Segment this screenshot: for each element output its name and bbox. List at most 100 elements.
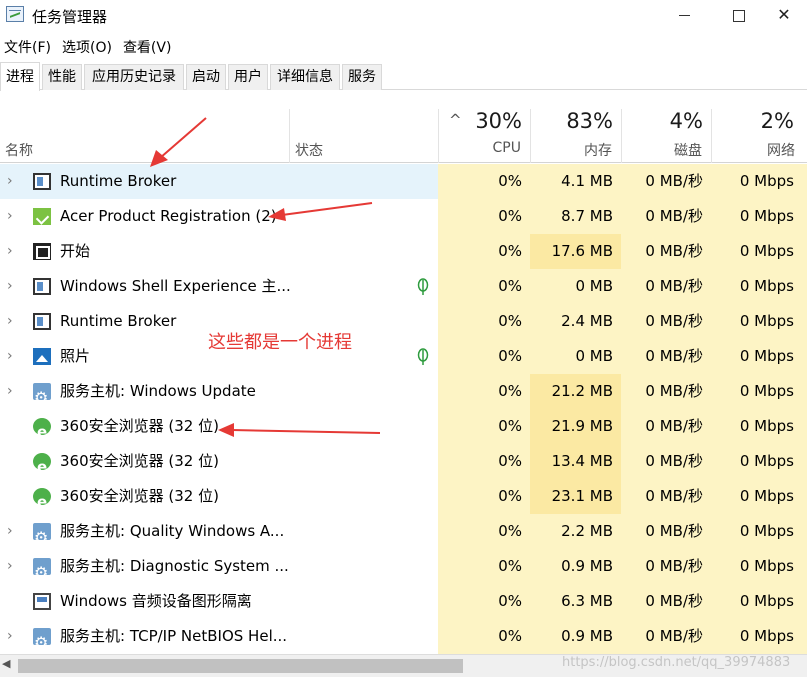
maximize-button[interactable]	[716, 0, 762, 32]
network-total-percent: 2%	[760, 109, 794, 133]
process-row[interactable]: 360安全浏览器 (32 位) 0%21.9 MB0 MB/秒0 Mbps	[0, 409, 807, 450]
process-name: 服务主机: TCP/IP NetBIOS Hel...	[60, 627, 288, 645]
minimize-button[interactable]	[661, 0, 707, 32]
expand-chevron-icon[interactable]: ›	[7, 514, 13, 549]
status-cell	[289, 584, 438, 619]
tab-startup[interactable]: 启动	[186, 64, 226, 90]
process-name-cell: › 服务主机: Windows Update	[0, 374, 289, 415]
tab-details[interactable]: 详细信息	[270, 64, 340, 90]
tab-users[interactable]: 用户	[228, 64, 268, 90]
disk-cell: 0 MB/秒	[621, 304, 711, 339]
tab-services[interactable]: 服务	[342, 64, 382, 90]
tab-bar: 进程 性能 应用历史记录 启动 用户 详细信息 服务	[0, 62, 807, 91]
network-cell: 0 Mbps	[711, 339, 807, 374]
cpu-cell: 0%	[438, 304, 530, 339]
minimize-icon	[678, 15, 690, 16]
process-row[interactable]: Windows 音频设备图形隔离 0% 6.3 MB 0 MB/秒 0 Mbps	[0, 584, 807, 619]
process-name-cell: 360安全浏览器 (32 位)	[0, 479, 289, 520]
column-network[interactable]: 2% 网络	[711, 109, 807, 163]
disk-cell: 0 MB/秒	[621, 479, 711, 514]
menu-bar: 文件(F) 选项(O) 查看(V)	[0, 34, 178, 60]
process-name: 360安全浏览器 (32 位)	[60, 417, 219, 435]
close-button[interactable]: ✕	[761, 0, 807, 32]
status-cell	[289, 199, 438, 234]
memory-cell: 21.9 MB	[530, 409, 621, 444]
process-name-cell: › Windows Shell Experience 主...	[0, 269, 291, 304]
disk-total-percent: 4%	[669, 109, 703, 133]
scroll-left-arrow-icon[interactable]: ◀	[2, 657, 10, 670]
disk-cell: 0 MB/秒	[621, 164, 711, 199]
expand-chevron-icon[interactable]: ›	[7, 234, 13, 269]
disk-cell: 0 MB/秒	[621, 339, 711, 374]
process-row[interactable]: › 服务主机: Windows Update 0%21.2 MB0 MB/秒0 Mb…	[0, 374, 807, 415]
tab-performance[interactable]: 性能	[42, 64, 82, 90]
column-memory[interactable]: 83% 内存	[530, 109, 621, 163]
column-name[interactable]: 名称	[0, 109, 289, 163]
expand-chevron-icon[interactable]: ›	[7, 164, 13, 199]
tab-processes[interactable]: 进程	[0, 62, 40, 91]
maximize-icon	[733, 9, 745, 22]
process-row[interactable]: › 服务主机: Quality Windows A... 0%2.2 MB0 MB/…	[0, 514, 807, 555]
gear-icon	[33, 380, 51, 415]
expand-chevron-icon[interactable]: ›	[7, 339, 13, 374]
process-name-cell: › 开始	[0, 234, 289, 269]
process-name: 360安全浏览器 (32 位)	[60, 452, 219, 470]
column-status-label: 状态	[295, 143, 323, 159]
column-status[interactable]: 状态	[289, 109, 438, 163]
process-row[interactable]: › Acer Product Registration (2) 0% 8.7 MB 0 …	[0, 199, 807, 234]
column-cpu[interactable]: ^ 30% CPU	[438, 109, 530, 163]
menu-view[interactable]: 查看(V)	[119, 34, 177, 60]
status-cell	[289, 164, 438, 199]
tab-app-history[interactable]: 应用历史记录	[84, 64, 184, 90]
sort-ascending-icon: ^	[449, 111, 462, 129]
close-icon: ✕	[777, 5, 791, 24]
expand-chevron-icon[interactable]: ›	[7, 304, 13, 339]
scrollbar-thumb[interactable]	[18, 659, 463, 673]
disk-cell: 0 MB/秒	[621, 619, 711, 654]
window-icon	[33, 278, 51, 295]
network-cell: 0 Mbps	[711, 199, 807, 234]
disk-cell: 0 MB/秒	[621, 269, 711, 304]
memory-cell: 21.2 MB	[530, 374, 621, 409]
process-row[interactable]: › 服务主机: TCP/IP NetBIOS Hel... 0%0.9 MB0 MB…	[0, 619, 807, 660]
column-name-label: 名称	[5, 143, 33, 159]
network-cell: 0 Mbps	[711, 164, 807, 199]
title-bar: 任务管理器 ✕	[0, 0, 807, 32]
process-row[interactable]: › Windows Shell Experience 主... 0% 0 MB 0 MB…	[0, 269, 807, 304]
status-cell	[289, 479, 438, 514]
process-name-cell: › Runtime Broker	[0, 164, 289, 199]
expand-chevron-icon[interactable]: ›	[7, 619, 13, 654]
process-name: 服务主机: Windows Update	[60, 382, 256, 400]
expand-chevron-icon[interactable]: ›	[7, 269, 13, 304]
expand-chevron-icon[interactable]: ›	[7, 549, 13, 584]
process-row[interactable]: › Runtime Broker 0% 4.1 MB 0 MB/秒 0 Mbps	[0, 164, 807, 199]
process-name-cell: › 服务主机: Quality Windows A...	[0, 514, 289, 555]
photos-icon	[33, 348, 51, 365]
memory-total-percent: 83%	[566, 109, 613, 133]
cpu-total-percent: 30%	[475, 109, 522, 133]
memory-cell: 0.9 MB	[530, 549, 621, 584]
process-name-cell: › 服务主机: TCP/IP NetBIOS Hel...	[0, 619, 289, 660]
process-name-cell: 360安全浏览器 (32 位)	[0, 409, 289, 450]
process-row[interactable]: › 服务主机: Diagnostic System ... 0%0.9 MB0 MB…	[0, 549, 807, 590]
process-row[interactable]: 360安全浏览器 (32 位) 0%23.1 MB0 MB/秒0 Mbps	[0, 479, 807, 520]
network-cell: 0 Mbps	[711, 304, 807, 339]
process-row[interactable]: › Runtime Broker 0% 2.4 MB 0 MB/秒 0 Mbps	[0, 304, 807, 339]
cpu-cell: 0%	[438, 409, 530, 444]
expand-chevron-icon[interactable]: ›	[7, 199, 13, 234]
memory-cell: 0 MB	[530, 269, 621, 304]
menu-file[interactable]: 文件(F)	[0, 34, 56, 60]
menu-options[interactable]: 选项(O)	[58, 34, 117, 60]
column-disk[interactable]: 4% 磁盘	[621, 109, 711, 163]
cpu-label: CPU	[492, 140, 521, 156]
disk-cell: 0 MB/秒	[621, 514, 711, 549]
network-cell: 0 Mbps	[711, 374, 807, 409]
process-row[interactable]: › 照片 0% 0 MB 0 MB/秒 0 Mbps	[0, 339, 807, 374]
process-row[interactable]: › 开始 0% 17.6 MB 0 MB/秒 0 Mbps	[0, 234, 807, 269]
process-name-cell: 360安全浏览器 (32 位)	[0, 444, 289, 485]
process-row[interactable]: 360安全浏览器 (32 位) 0%13.4 MB0 MB/秒0 Mbps	[0, 444, 807, 485]
expand-chevron-icon[interactable]: ›	[7, 374, 13, 409]
start-icon	[33, 243, 51, 260]
cpu-cell: 0%	[438, 619, 530, 654]
memory-cell: 13.4 MB	[530, 444, 621, 479]
